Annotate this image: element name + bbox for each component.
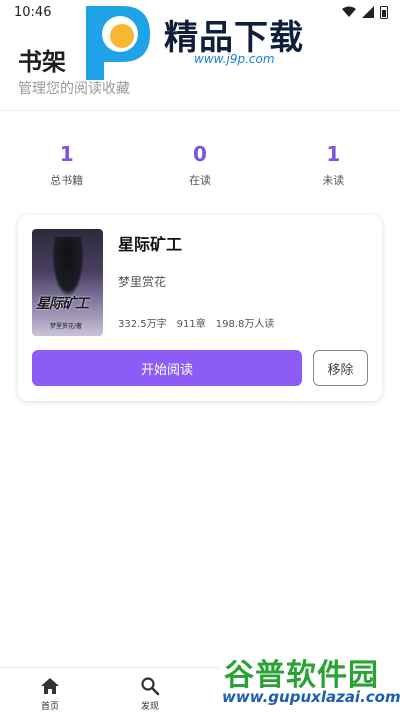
watermark-url: www.j9p.com [194, 52, 275, 66]
watermark-logo-icon [86, 6, 150, 80]
book-title: 星际矿工 [118, 235, 183, 254]
battery-icon [380, 5, 388, 19]
book-meta: 332.5万字 911章 198.8万人读 [118, 315, 274, 330]
stats-row: 1 总书籍 0 在读 1 未读 [0, 140, 400, 190]
home-icon [41, 678, 59, 694]
stat-reading: 0 在读 [133, 140, 266, 190]
nav-label: 首页 [40, 702, 59, 712]
cover-author: 梦里赏花/著 [50, 323, 83, 330]
stat-label: 在读 [188, 174, 211, 187]
stat-unread: 1 未读 [267, 140, 400, 190]
book-word-count: 332.5万字 [118, 319, 167, 330]
page-title: 书架 [18, 48, 66, 76]
stat-value: 1 [59, 142, 74, 166]
nav-item-discover[interactable]: 发现 [100, 668, 200, 712]
start-reading-button[interactable]: 开始阅读 [32, 350, 302, 386]
status-time: 10:46 [14, 4, 52, 20]
nav-label: 发现 [140, 702, 159, 712]
book-reader-count: 198.8万人读 [215, 319, 275, 330]
wifi-icon [342, 6, 356, 17]
stat-value: 1 [326, 142, 341, 166]
header-divider [0, 110, 400, 111]
watermark-bottom-url: www.gupuxlazai.com [222, 688, 400, 706]
stat-total: 1 总书籍 [0, 140, 133, 190]
book-author: 梦里赏花 [118, 275, 167, 289]
book-card[interactable]: 星际矿工 梦里赏花/著 星际矿工 梦里赏花 332.5万字 911章 198.8… [18, 215, 382, 401]
book-cover[interactable]: 星际矿工 梦里赏花/著 [32, 229, 103, 336]
signal-icon [362, 6, 374, 18]
stat-label: 未读 [322, 174, 345, 187]
search-icon [141, 677, 160, 696]
cover-figure [52, 237, 84, 297]
status-icons [342, 5, 388, 19]
remove-button[interactable]: 移除 [313, 350, 368, 386]
book-chapter-count: 911章 [176, 319, 206, 330]
watermark-top: 精品下载 www.j9p.com [72, 0, 330, 82]
cover-title: 星际矿工 [36, 296, 89, 312]
watermark-bottom: 谷普软件园 www.gupuxlazai.com [218, 650, 400, 712]
nav-item-home[interactable]: 首页 [0, 668, 100, 712]
stat-value: 0 [193, 142, 207, 166]
stat-label: 总书籍 [50, 174, 84, 187]
